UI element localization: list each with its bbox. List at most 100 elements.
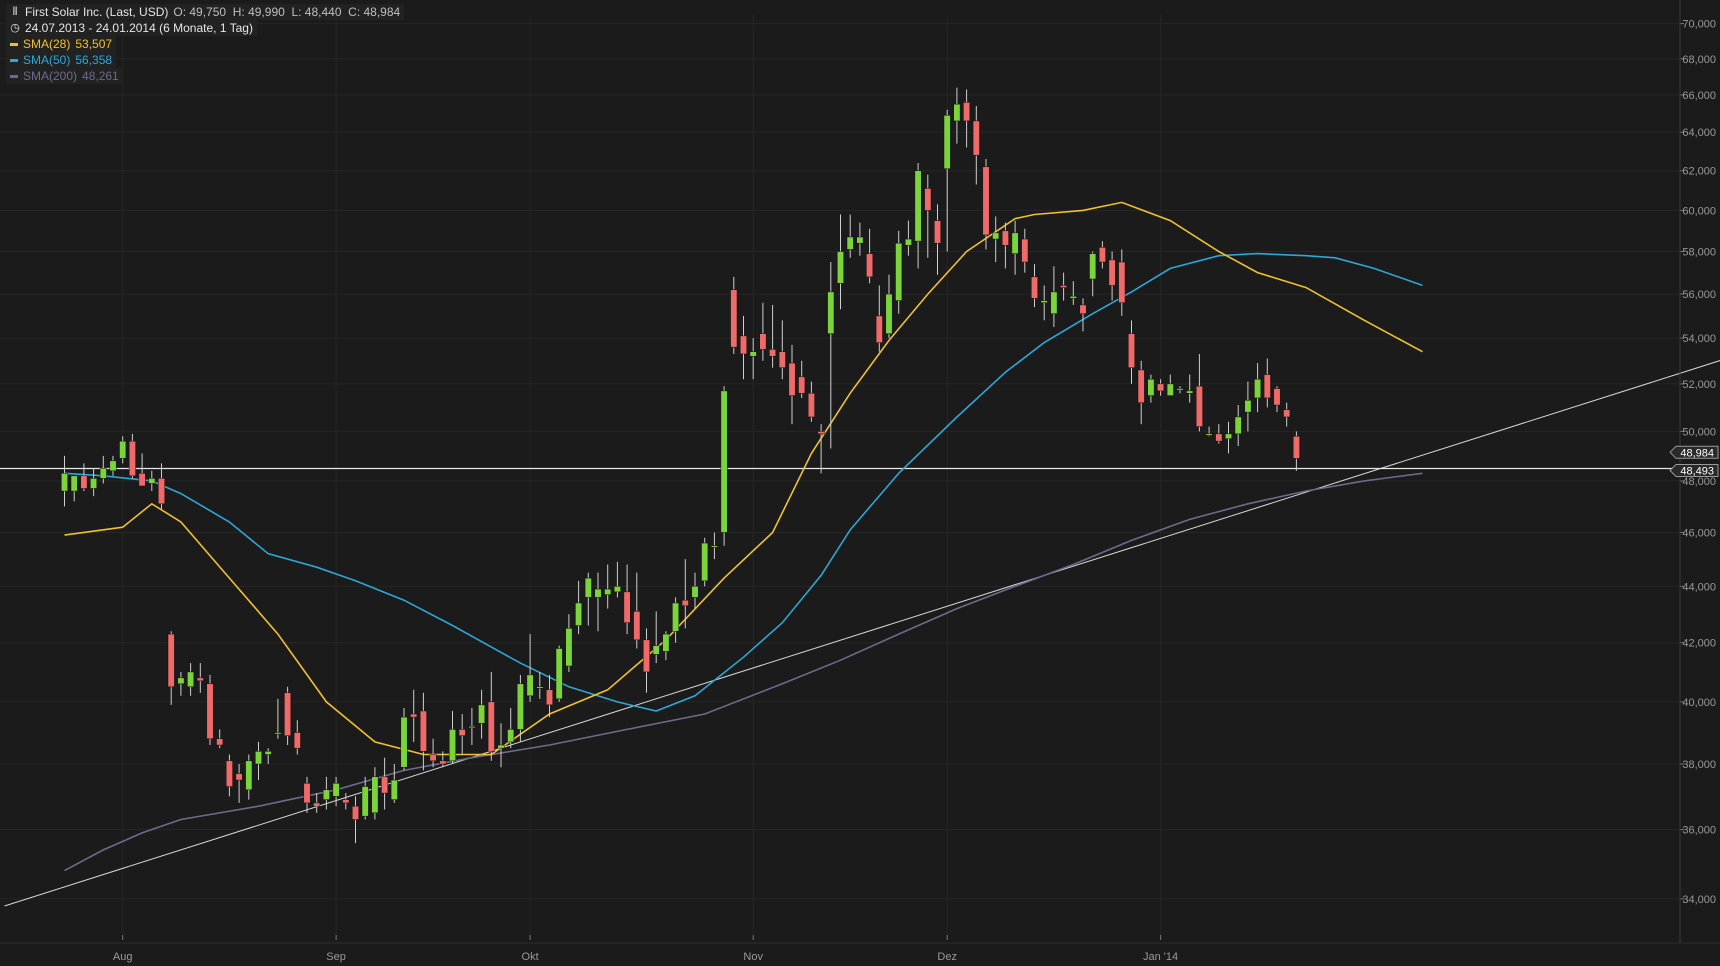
candle-body-down	[1001, 230, 1009, 246]
x-tick-label: Jan '14	[1143, 951, 1178, 963]
sma50-label: SMA(50)	[23, 53, 71, 67]
y-tick-label: 52,000	[1682, 379, 1716, 391]
candle-body-down	[216, 738, 224, 746]
candle-body-down	[740, 335, 747, 355]
candle-body-up	[255, 751, 262, 765]
candle-body-up	[322, 789, 330, 800]
candle-body-up	[99, 468, 107, 479]
candle-body-up	[720, 390, 728, 533]
candle-body-up	[827, 291, 835, 334]
candle-body-down	[963, 102, 971, 122]
candle-body-down	[788, 362, 796, 396]
candle	[701, 537, 709, 587]
candle-body-down	[769, 349, 777, 357]
y-tick-label: 66,000	[1682, 90, 1716, 102]
last-price-tag: 48,984	[1669, 445, 1719, 459]
candle-body-up	[856, 236, 864, 244]
candle-body-down	[381, 776, 389, 794]
candle-body-up	[90, 478, 98, 489]
candle-body-down	[158, 478, 165, 505]
candle-body-down	[1128, 333, 1135, 368]
y-tick-label: 40,000	[1682, 697, 1716, 709]
sma200-value: 48,261	[82, 69, 119, 83]
candle-body-up	[507, 729, 515, 743]
candle-body-down	[982, 166, 990, 236]
y-tick-label: 62,000	[1682, 166, 1716, 178]
candle-body-down	[623, 591, 631, 623]
y-tick-label: 54,000	[1682, 333, 1716, 345]
candle-body-down	[1098, 247, 1106, 263]
legend-sma200[interactable]: SMA(200) 48,261	[6, 68, 123, 84]
candle-body-up	[584, 577, 592, 598]
candle-body-down	[1021, 238, 1029, 263]
y-tick-label: 64,000	[1682, 127, 1716, 139]
candle-body-down	[1108, 259, 1116, 286]
x-tick-label: Okt	[522, 951, 539, 963]
candle-body-down	[235, 773, 243, 781]
candle-body-up	[109, 460, 117, 472]
candle-body-up	[187, 671, 195, 688]
candle-body-down	[196, 677, 204, 682]
candle-body-up	[594, 588, 602, 598]
candle-body-up	[846, 236, 854, 250]
candle-body-up	[516, 683, 524, 730]
candle-body-up	[449, 729, 456, 762]
period-info: ◷ 24.07.2013 - 24.01.2014 (6 Monate, 1 T…	[6, 20, 257, 36]
candle-body-down	[681, 599, 689, 607]
y-tick-label: 58,000	[1682, 247, 1716, 259]
candle-body-up	[1205, 433, 1213, 436]
candle-body-up	[148, 478, 156, 484]
candle-body-up	[177, 677, 185, 685]
candle-body-down	[798, 376, 806, 394]
candle-body-up	[536, 686, 544, 689]
candle-body-down	[866, 253, 874, 278]
sma200-swatch	[10, 74, 18, 78]
candle-body-down	[284, 692, 292, 736]
candle-body-down	[458, 729, 466, 736]
candle-body-up	[565, 628, 573, 667]
candle-body-up	[1244, 400, 1252, 413]
instrument-name: First Solar Inc. (Last, USD)	[25, 5, 169, 19]
y-tick-label: 68,000	[1682, 54, 1716, 66]
price-tag-label: 48,984	[1680, 447, 1714, 459]
x-tick-label: Sep	[326, 951, 346, 963]
candle-body-down	[875, 315, 883, 343]
legend-sma50[interactable]: SMA(50) 56,358	[6, 52, 117, 68]
candle-body-down	[487, 701, 495, 752]
candle-body-up	[1040, 300, 1048, 304]
candle-body-down	[817, 431, 825, 435]
sma50-value: 56,358	[75, 53, 113, 67]
candle-body-up	[895, 242, 903, 301]
candle-body-up	[904, 238, 912, 246]
y-tick-label: 44,000	[1682, 581, 1716, 593]
candle-body-down	[1079, 304, 1087, 314]
candle-body-down	[778, 351, 786, 368]
candle-body-down	[293, 732, 301, 749]
candle-body-down	[1195, 385, 1203, 427]
legend-sma28[interactable]: SMA(28) 53,507	[6, 36, 117, 52]
candle-body-up	[943, 115, 951, 170]
candle-body-up	[749, 351, 757, 357]
candle-body-up	[1254, 378, 1262, 399]
price-chart[interactable]: 34,000 36,000 38,000 40,000 42,000 44,000 46,0…	[0, 0, 1720, 966]
candle-body-up	[652, 645, 660, 655]
candle-body-down	[643, 639, 650, 673]
candle-body-down	[546, 689, 553, 706]
candle-body-up	[1234, 416, 1242, 435]
y-tick-label: 46,000	[1682, 527, 1716, 539]
candle-body-up	[914, 170, 922, 242]
candle-body-down	[1292, 436, 1300, 459]
instrument-title: ⫴ First Solar Inc. (Last, USD) O: 49,750…	[6, 4, 405, 20]
candle-body-down	[410, 713, 418, 718]
candle-body-up	[710, 545, 718, 548]
y-tick-label: 38,000	[1682, 759, 1716, 771]
candle-body-up	[245, 760, 253, 791]
sma28-value: 53,507	[75, 37, 113, 51]
candle-body-up	[371, 776, 379, 814]
candle-body-down	[1031, 276, 1038, 299]
candle	[400, 707, 408, 771]
candle-body-up	[361, 786, 369, 817]
candle-body-up	[885, 293, 893, 334]
candle-body-down	[138, 473, 146, 487]
y-tick-label: 60,000	[1682, 205, 1716, 217]
